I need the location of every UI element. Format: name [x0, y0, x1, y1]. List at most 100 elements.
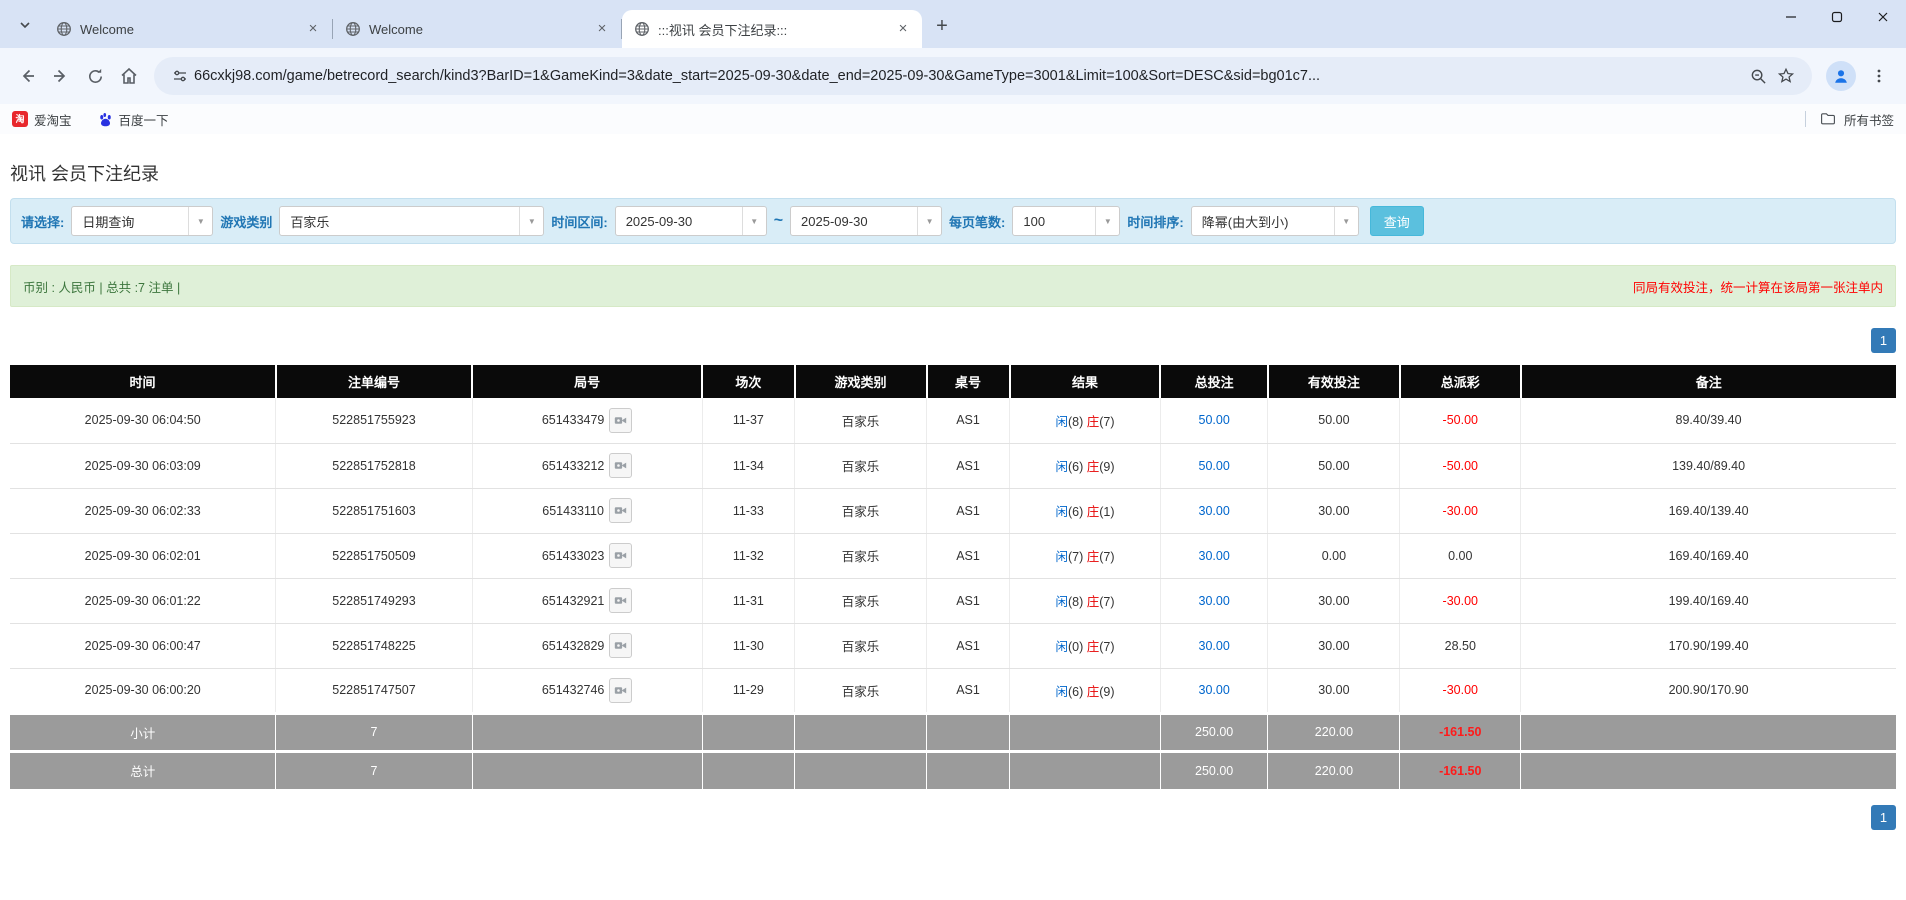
new-tab-button[interactable]: + [928, 12, 956, 40]
banker-score: (9) [1099, 460, 1114, 474]
video-replay-button[interactable] [609, 543, 632, 568]
zoom-out-icon[interactable] [1744, 62, 1772, 90]
player-score: (8) [1068, 415, 1087, 429]
player-result: 闲 [1055, 550, 1068, 564]
player-score: (6) [1068, 685, 1087, 699]
total-bet-cell[interactable]: 30.00 [1160, 578, 1268, 623]
total-bet-cell[interactable]: 30.00 [1160, 488, 1268, 533]
bookmarks-bar: 淘 爱淘宝 百度一下 所有书签 [0, 104, 1906, 134]
url-text[interactable]: 66cxkj98.com/game/betrecord_search/kind3… [194, 68, 1744, 84]
empty-cell [1521, 751, 1896, 789]
globe-favicon [56, 21, 72, 37]
video-replay-button[interactable] [609, 498, 632, 523]
home-button[interactable] [112, 59, 146, 93]
video-replay-button[interactable] [609, 678, 632, 703]
all-bookmarks[interactable]: 所有书签 [1805, 110, 1894, 129]
bookmark-star-icon[interactable] [1772, 62, 1800, 90]
empty-cell [795, 751, 927, 789]
taobao-icon: 淘 [12, 111, 28, 127]
note-cell: 139.40/89.40 [1521, 443, 1896, 488]
profile-avatar[interactable] [1826, 61, 1856, 91]
tab-close-icon[interactable]: × [304, 20, 322, 38]
note-cell: 169.40/139.40 [1521, 488, 1896, 533]
browser-tab-1[interactable]: Welcome × [44, 10, 332, 48]
person-icon [1832, 67, 1850, 85]
player-result: 闲 [1055, 415, 1068, 429]
bookmark-item-baidu[interactable]: 百度一下 [98, 110, 169, 129]
total-bet-cell[interactable]: 50.00 [1160, 443, 1268, 488]
table-no-cell: AS1 [927, 443, 1010, 488]
date-end-select[interactable]: 2025-09-30 ▼ [790, 206, 942, 236]
banker-result: 庄 [1087, 505, 1100, 519]
banker-score: (1) [1099, 505, 1114, 519]
payout-cell: -30.00 [1400, 578, 1521, 623]
browser-tab-2[interactable]: Welcome× [333, 10, 621, 48]
page-number-button[interactable]: 1 [1871, 805, 1896, 830]
round-id: 651432746 [542, 683, 605, 697]
valid-bet-cell: 0.00 [1268, 533, 1400, 578]
video-replay-button[interactable] [609, 453, 632, 478]
forward-button[interactable] [44, 59, 78, 93]
bet-record-row: 2025-09-30 06:02:33522851751603651433110… [10, 488, 1896, 533]
reload-icon [86, 67, 105, 86]
maximize-icon [1831, 11, 1843, 23]
banker-result: 庄 [1087, 460, 1100, 474]
currency-summary-text: 币别 : 人民币 | 总共 :7 注单 | [23, 277, 180, 296]
sort-select[interactable]: 降幂(由大到小) ▼ [1191, 206, 1359, 236]
empty-cell [702, 751, 794, 789]
back-button[interactable] [10, 59, 44, 93]
table-no-cell: AS1 [927, 533, 1010, 578]
maximize-button[interactable] [1814, 0, 1860, 34]
bet-time-cell: 2025-09-30 06:04:50 [10, 398, 276, 443]
session-cell: 11-32 [702, 533, 794, 578]
minimize-icon [1785, 11, 1797, 23]
bet-id-cell: 522851747507 [276, 668, 472, 713]
bookmark-label: 爱淘宝 [34, 110, 72, 129]
query-button[interactable]: 查询 [1370, 206, 1424, 236]
minimize-button[interactable] [1768, 0, 1814, 34]
empty-cell [702, 713, 794, 751]
video-replay-button[interactable] [609, 408, 632, 433]
query-type-select[interactable]: 日期查询 ▼ [71, 206, 213, 236]
round-id-cell: 651432746 [472, 668, 702, 713]
game-kind-cell: 百家乐 [795, 533, 927, 578]
video-replay-button[interactable] [609, 633, 632, 658]
sum-label-cell: 总计 [10, 751, 276, 789]
player-score: (0) [1068, 640, 1087, 654]
total-bet-cell[interactable]: 50.00 [1160, 398, 1268, 443]
close-window-button[interactable] [1860, 0, 1906, 34]
result-cell: 闲(6) 庄(9) [1010, 443, 1161, 488]
table-no-cell: AS1 [927, 623, 1010, 668]
date-start-select[interactable]: 2025-09-30 ▼ [615, 206, 767, 236]
total-bet-cell[interactable]: 30.00 [1160, 668, 1268, 713]
tab-title: Welcome [80, 22, 296, 37]
total-bet-cell[interactable]: 30.00 [1160, 623, 1268, 668]
chevron-down-icon: ▼ [519, 207, 543, 235]
table-header-row: 时间注单编号局号场次游戏类别桌号结果总投注有效投注总派彩备注 [10, 365, 1896, 398]
browser-menu-button[interactable] [1862, 59, 1896, 93]
bet-record-row: 2025-09-30 06:00:20522851747507651432746… [10, 668, 1896, 713]
per-page-select[interactable]: 100 ▼ [1012, 206, 1120, 236]
game-kind-select[interactable]: 百家乐 ▼ [279, 206, 544, 236]
page-number-button[interactable]: 1 [1871, 328, 1896, 353]
browser-tab-3[interactable]: :::视讯 会员下注纪录:::× [622, 10, 922, 48]
address-bar[interactable]: 66cxkj98.com/game/betrecord_search/kind3… [154, 57, 1812, 95]
chevron-down-icon: ▼ [188, 207, 212, 235]
sum-payout-cell: -161.50 [1400, 713, 1521, 751]
divider [1805, 111, 1806, 127]
chevron-down-icon: ▼ [1334, 207, 1358, 235]
navigation-bar: 66cxkj98.com/game/betrecord_search/kind3… [0, 48, 1906, 104]
reload-button[interactable] [78, 59, 112, 93]
bookmark-item-taobao[interactable]: 淘 爱淘宝 [12, 110, 72, 129]
tab-close-icon[interactable]: × [593, 20, 611, 38]
bet-record-row: 2025-09-30 06:01:22522851749293651432921… [10, 578, 1896, 623]
total-bet-cell[interactable]: 30.00 [1160, 533, 1268, 578]
tab-close-icon[interactable]: × [894, 20, 912, 38]
site-info-icon[interactable] [166, 62, 194, 90]
payout-cell: -50.00 [1400, 398, 1521, 443]
all-bookmarks-label: 所有书签 [1844, 110, 1894, 129]
video-replay-button[interactable] [609, 588, 632, 613]
tab-search-button[interactable] [10, 10, 40, 40]
payout-cell: -30.00 [1400, 668, 1521, 713]
game-kind-cell: 百家乐 [795, 398, 927, 443]
